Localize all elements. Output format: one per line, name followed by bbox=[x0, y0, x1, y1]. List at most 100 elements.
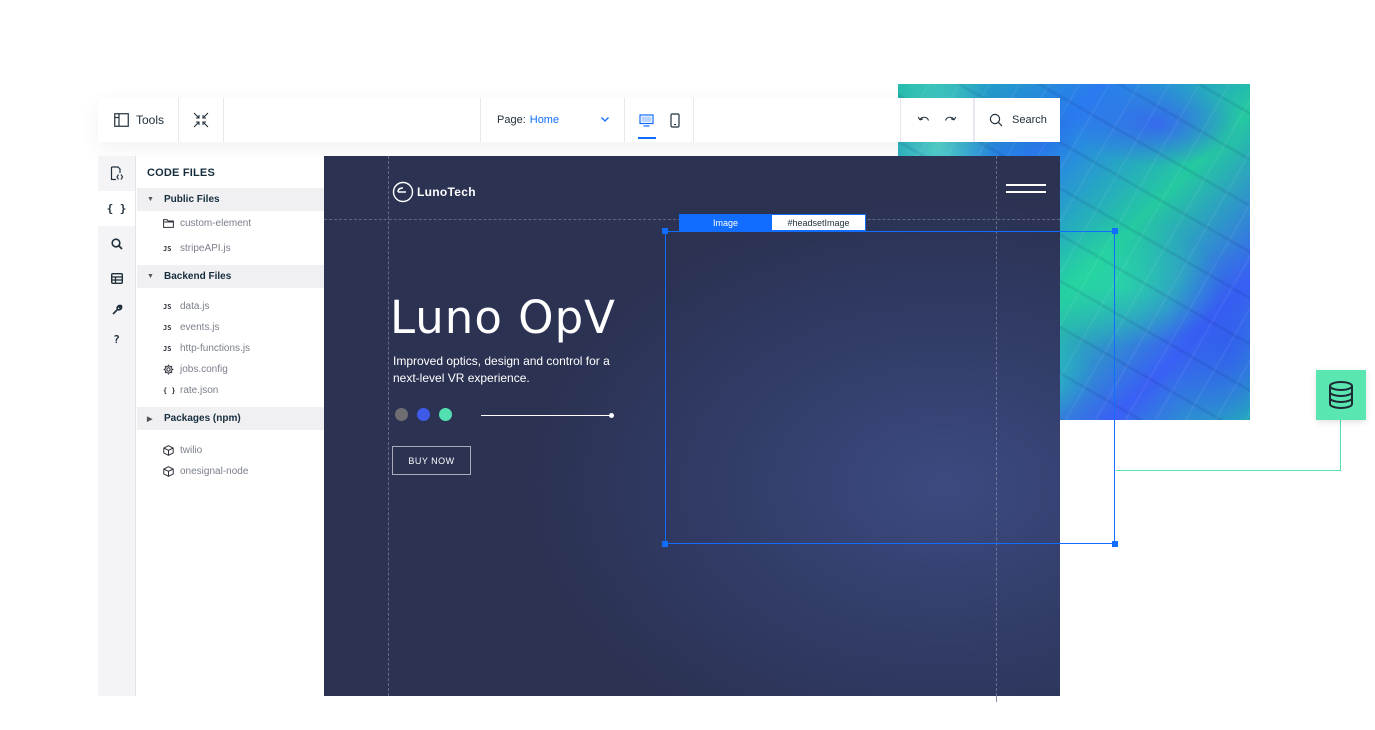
gear-icon bbox=[163, 364, 180, 375]
collapse-arrows-icon bbox=[193, 112, 209, 128]
file-events-js[interactable]: JS events.js bbox=[137, 317, 324, 338]
triangle-down-icon: ▼ bbox=[147, 273, 154, 280]
color-dot-green[interactable] bbox=[439, 408, 452, 421]
resize-handle-tl[interactable] bbox=[662, 228, 668, 234]
resize-handle-br[interactable] bbox=[1112, 541, 1118, 547]
triangle-down-icon: ▼ bbox=[147, 196, 154, 203]
rail-help[interactable]: ? bbox=[98, 324, 135, 354]
file-http-functions[interactable]: JS http-functions.js bbox=[137, 338, 324, 359]
guide-left bbox=[388, 156, 389, 696]
file-name: jobs.config bbox=[180, 364, 228, 375]
page-dropdown[interactable]: Page: Home bbox=[481, 98, 625, 142]
connector-line-vertical bbox=[1340, 420, 1341, 471]
chevron-down-icon bbox=[601, 117, 609, 122]
search-icon bbox=[989, 113, 1003, 127]
logo-text: LunoTech bbox=[417, 185, 476, 199]
file-name: rate.json bbox=[180, 385, 219, 396]
database-icon bbox=[1329, 381, 1353, 409]
search-icon bbox=[110, 237, 123, 250]
section-backend-files[interactable]: ▼ Backend Files bbox=[137, 265, 324, 288]
file-name: events.js bbox=[180, 322, 220, 333]
undo-icon[interactable] bbox=[917, 114, 930, 126]
package-onesignal-node[interactable]: onesignal-node bbox=[137, 461, 324, 482]
color-dot-blue[interactable] bbox=[417, 408, 430, 421]
wrench-icon bbox=[111, 304, 122, 315]
file-stripeapi[interactable]: JS stripeAPI.js bbox=[137, 238, 324, 259]
top-toolbar: Tools Page: Home Search bbox=[98, 98, 1060, 142]
file-name: twilio bbox=[180, 445, 203, 456]
color-dot-gray[interactable] bbox=[395, 408, 408, 421]
mobile-view-button[interactable] bbox=[669, 98, 680, 142]
tools-label: Tools bbox=[136, 113, 165, 127]
folder-icon bbox=[163, 219, 180, 228]
code-files-title: CODE FILES bbox=[147, 167, 216, 179]
file-name: stripeAPI.js bbox=[180, 243, 231, 254]
connector-line-horizontal bbox=[1116, 470, 1341, 471]
selected-image-element[interactable] bbox=[665, 231, 1115, 544]
rail-tools[interactable] bbox=[98, 296, 135, 324]
rail-code-files[interactable]: { } bbox=[98, 191, 135, 226]
slider-track bbox=[481, 415, 611, 416]
desktop-icon bbox=[638, 113, 654, 127]
triangle-right-icon: ▶ bbox=[147, 415, 153, 423]
section-public-files[interactable]: ▼ Public Files bbox=[137, 188, 324, 211]
hero-title: Luno OpV bbox=[390, 291, 616, 344]
resize-handle-bl[interactable] bbox=[662, 541, 668, 547]
database-connect-button[interactable] bbox=[1316, 370, 1366, 420]
file-name: custom-element bbox=[180, 218, 252, 229]
hamburger-menu-icon[interactable] bbox=[1004, 184, 1046, 198]
page-value: Home bbox=[529, 114, 560, 126]
site-logo[interactable]: LunoTech bbox=[392, 181, 476, 203]
file-jobs-config[interactable]: jobs.config bbox=[137, 359, 324, 380]
rail-database[interactable] bbox=[98, 261, 135, 296]
hero-subtitle: Improved optics, design and control for … bbox=[393, 354, 610, 385]
code-braces-icon: { } bbox=[106, 202, 127, 215]
editor-stage: Tools Page: Home Search {} ? CODE FILES… bbox=[0, 0, 1375, 730]
package-icon bbox=[163, 445, 180, 456]
help-icon: ? bbox=[113, 332, 120, 346]
element-id-tag[interactable]: #headsetImage bbox=[772, 214, 866, 231]
search-button[interactable]: Search bbox=[974, 98, 1060, 142]
collapse-button[interactable] bbox=[179, 98, 224, 142]
rail-page-code[interactable] bbox=[98, 156, 135, 191]
file-rate-json[interactable]: { } rate.json bbox=[137, 380, 324, 401]
slider-knob[interactable] bbox=[609, 413, 614, 418]
desktop-view-button[interactable] bbox=[637, 98, 656, 142]
js-file-icon: JS bbox=[163, 244, 172, 253]
tools-button[interactable]: Tools bbox=[98, 98, 179, 142]
js-file-icon: JS bbox=[163, 302, 172, 311]
undo-redo-group bbox=[900, 98, 974, 142]
file-name: onesignal-node bbox=[180, 466, 249, 477]
file-data-js[interactable]: JS data.js bbox=[137, 296, 324, 317]
code-files-panel: CODE FILES ▼ Public Files custom-element… bbox=[137, 156, 324, 696]
file-name: data.js bbox=[180, 301, 210, 312]
mobile-icon bbox=[669, 112, 680, 128]
database-table-icon bbox=[110, 273, 123, 284]
tools-panel-icon bbox=[114, 113, 129, 127]
toolbar-spacer bbox=[224, 98, 481, 142]
json-file-icon: { } bbox=[163, 386, 176, 395]
section-label: Backend Files bbox=[164, 271, 232, 282]
buy-now-button[interactable]: BUY NOW bbox=[392, 446, 471, 475]
package-twilio[interactable]: twilio bbox=[137, 440, 324, 461]
left-icon-rail: { } ? bbox=[98, 156, 136, 696]
section-label: Packages (npm) bbox=[164, 413, 241, 424]
page-label: Page: bbox=[497, 114, 526, 126]
guide-extension bbox=[996, 696, 997, 702]
lunotech-logo-icon bbox=[392, 181, 414, 203]
redo-icon[interactable] bbox=[944, 114, 957, 126]
package-icon bbox=[163, 466, 180, 477]
section-label: Public Files bbox=[164, 194, 220, 205]
section-packages-npm[interactable]: ▶ Packages (npm) bbox=[137, 407, 324, 430]
js-file-icon: JS bbox=[163, 344, 172, 353]
toolbar-spacer-2 bbox=[694, 98, 900, 142]
file-custom-element[interactable]: custom-element bbox=[137, 213, 324, 234]
page-code-icon bbox=[110, 166, 123, 181]
search-label: Search bbox=[1012, 114, 1047, 126]
rail-search[interactable] bbox=[98, 226, 135, 261]
color-dots bbox=[395, 408, 452, 421]
element-type-tag[interactable]: Image bbox=[679, 214, 772, 231]
js-file-icon: JS bbox=[163, 323, 172, 332]
file-name: http-functions.js bbox=[180, 343, 251, 354]
resize-handle-tr[interactable] bbox=[1112, 228, 1118, 234]
